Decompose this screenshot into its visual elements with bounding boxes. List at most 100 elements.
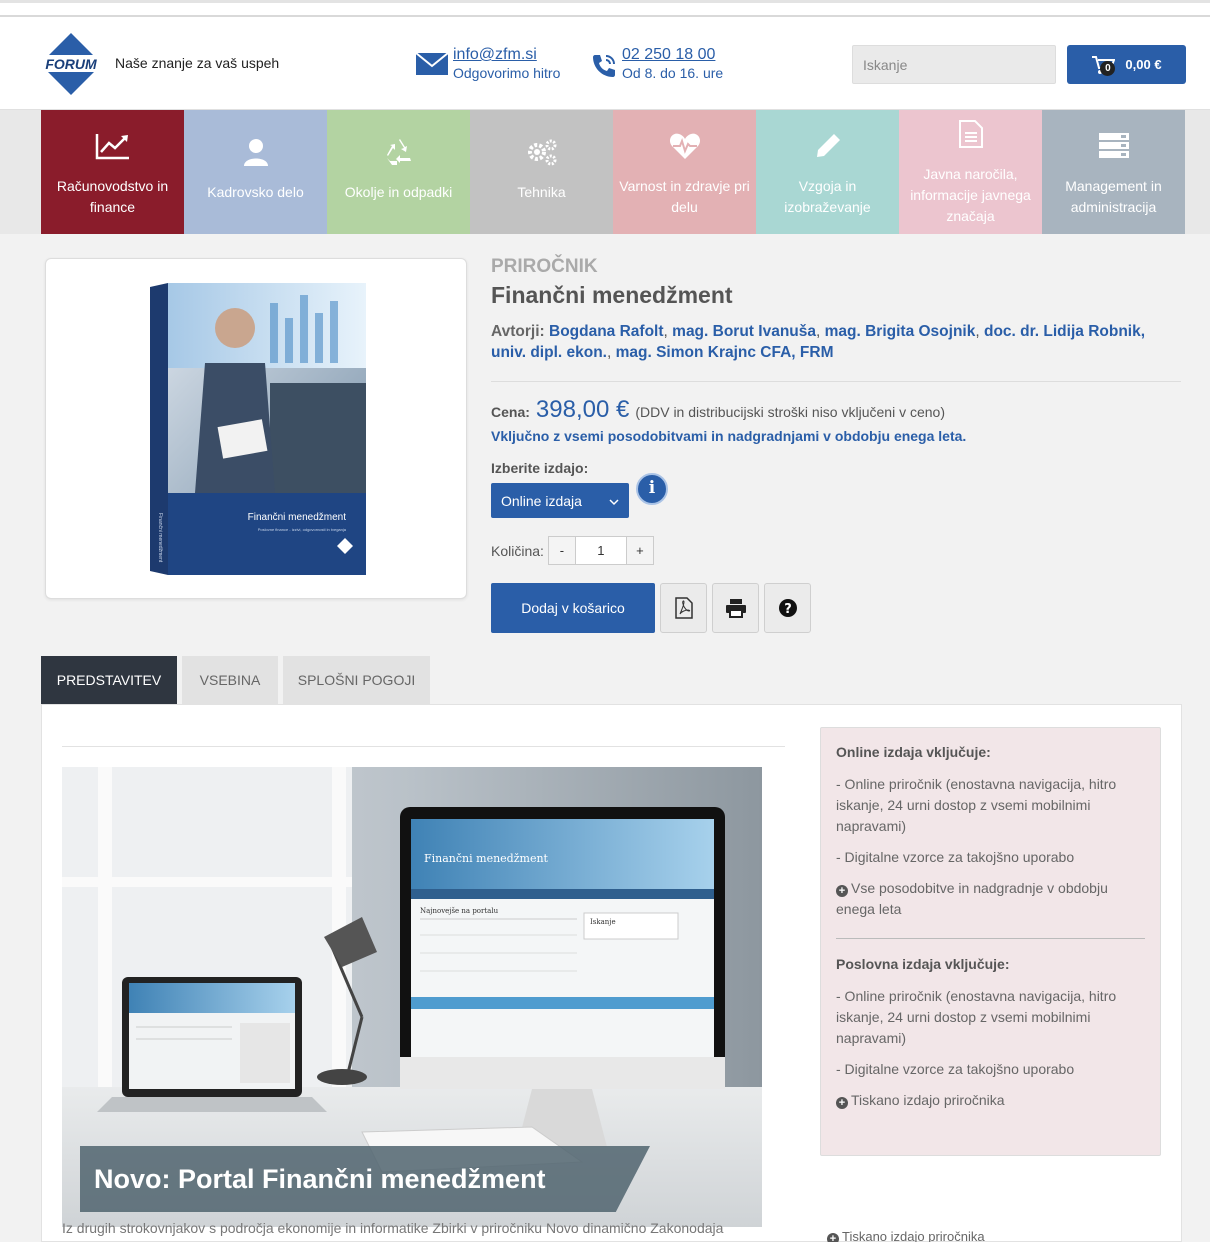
user-icon [236,132,276,172]
quantity-increase-button[interactable]: + [626,537,653,564]
pdf-button[interactable] [660,583,707,633]
nav-label: Javna naročila, informacije javnega znač… [910,166,1031,224]
phone-contact[interactable]: 02 250 18 00 Od 8. do 16. ure [590,46,723,86]
cart-icon: 0 [1091,55,1116,76]
svg-text:Finančni menedžment: Finančni menedžment [157,513,163,563]
author-link[interactable]: mag. Simon Krajnc CFA, FRM [616,344,834,361]
category-nav: Računovodstvo in finance Kadrovsko delo … [0,110,1210,234]
phone-link[interactable]: 02 250 18 00 [622,46,723,64]
nav-label: Tehnika [517,184,566,200]
business-edition-heading: Poslovna izdaja vključuje: [836,956,1010,972]
body-text: Iz drugih strokovnjakov s področja ekono… [62,1220,724,1236]
email-subtext: Odgovorimo hitro [453,65,561,81]
edition-label: Izberite izdajo: [491,460,589,476]
svg-text:Najnovejše na portalu: Najnovejše na portalu [420,906,499,915]
price-value: 398,00 € [535,396,630,423]
nav-label: Okolje in odpadki [344,184,453,200]
price-note: (DDV in distribucijski stroški niso vklj… [635,404,945,420]
product-image-box[interactable]: Finančni menedžment Poslovne finance - i… [45,258,467,599]
help-button[interactable]: ? [764,583,811,633]
product-category: PRIROČNIK [491,256,598,277]
feature-item: - Online priročnik (enostavna navigacija… [836,776,1117,834]
quantity-input[interactable]: 1 [574,537,627,564]
tab-vsebina[interactable]: VSEBINA [182,656,278,704]
email-contact[interactable]: info@zfm.si Odgovorimo hitro [415,46,560,86]
feature-item-plus: + Tiskano izdajo priročnika [836,1090,1145,1111]
svg-text:Finančni menedžment: Finančni menedžment [248,512,347,523]
product-title: Finančni menedžment [491,282,733,308]
promo-caption: Novo: Portal Finančni menedžment [80,1146,650,1212]
nav-item-vzgoja[interactable]: Vzgoja in izobraževanje [756,110,899,234]
plus-circle-icon: + [827,1233,839,1242]
svg-text:Finančni menedžment: Finančni menedžment [424,852,549,865]
nav-item-okolje[interactable]: Okolje in odpadki [327,110,470,234]
nav-label: Vzgoja in izobraževanje [784,178,871,215]
pencil-icon [808,126,848,166]
author-link[interactable]: Bogdana Rafolt [549,323,664,340]
forum-logo[interactable]: FORUM [40,33,102,95]
book-cover-image: Finančni menedžment Poslovne finance - i… [150,283,366,575]
price-label: Cena: [491,404,530,420]
cart-total: 0,00 € [1125,57,1162,72]
cart-count: 0 [1100,60,1116,76]
feature-item: - Digitalne vzorce za takojšno uporabo [836,1061,1075,1077]
author-link[interactable]: mag. Borut Ivanuša [672,323,816,340]
chart-icon [93,126,133,166]
print-icon [725,599,746,618]
feature-item-plus: + Vse posodobitve in nadgradnje v obdobju… [836,880,1108,917]
authors: Avtorji: Bogdana Rafolt, mag. Borut Ivan… [491,323,1146,361]
nav-item-javna-narocila[interactable]: Javna naročila, informacije javnega znač… [899,110,1042,234]
feature-item: - Online priročnik (enostavna navigacija… [836,988,1117,1046]
tab-bar: PREDSTAVITEV VSEBINA SPLOŠNI POGOJI [41,656,435,712]
nav-label: Varnost in zdravje pri delu [619,178,750,215]
sticky-feature-item: + Tiskano izdajo priročnika [827,1229,985,1242]
plus-circle-icon: + [836,885,848,897]
nav-item-kadrovsko[interactable]: Kadrovsko delo [184,110,327,234]
site-header: FORUM Naše znanje za vaš uspeh info@zfm.… [0,17,1210,110]
chevron-down-icon [609,493,619,509]
print-button[interactable] [712,583,759,633]
portal-promo-image[interactable]: Finančni menedžment Najnovejše na portal… [62,767,762,1227]
quantity-decrease-button[interactable]: - [548,537,575,564]
nav-label: Kadrovsko delo [207,184,304,200]
phone-subtext: Od 8. do 16. ure [622,65,724,81]
feature-item: - Digitalne vzorce za takojšno uporabo [836,849,1075,865]
svg-text:?: ? [784,602,792,617]
edition-select[interactable]: Online izdaja [491,483,629,518]
tab-predstavitev[interactable]: PREDSTAVITEV [41,656,177,712]
included-note: Vključno z vsemi posodobitvami in nadgra… [491,428,967,444]
nav-item-racunovodstvo[interactable]: Računovodstvo in finance [41,110,184,234]
action-buttons: Dodaj v košarico ? [491,583,1181,633]
info-icon[interactable]: i [636,473,668,505]
svg-text:Poslovne finance - izzivi, odg: Poslovne finance - izzivi, odgovornosti … [258,527,347,532]
svg-text:FORUM: FORUM [45,56,97,72]
quantity-row: Količina: - 1 + [491,536,1181,565]
phone-icon [590,52,618,86]
svg-text:Iskanje: Iskanje [590,918,616,926]
nav-item-varnost[interactable]: Varnost in zdravje pri delu [613,110,756,234]
plus-circle-icon: + [836,1097,848,1109]
nav-item-tehnika[interactable]: Tehnika [470,110,613,234]
tab-splosni-pogoji[interactable]: SPLOŠNI POGOJI [283,656,430,704]
nav-item-management[interactable]: Management in administracija [1042,110,1185,234]
authors-label: Avtorji: [491,323,545,340]
add-to-cart-button[interactable]: Dodaj v košarico [491,583,655,633]
online-edition-heading: Online izdaja vključuje: [836,744,991,760]
edition-select-value: Online izdaja [501,492,582,509]
quantity-stepper: - 1 + [547,536,654,565]
divider [491,381,1181,382]
divider [62,746,785,747]
cart-button[interactable]: 0 0,00 € [1067,45,1186,84]
document-icon [951,114,991,154]
email-link[interactable]: info@zfm.si [453,46,560,64]
heartbeat-icon [665,126,705,166]
nav-label: Management in administracija [1065,178,1162,215]
pdf-icon [674,597,693,619]
top-border [0,0,1210,17]
divider [836,938,1145,939]
search-input[interactable] [852,45,1056,84]
author-link[interactable]: mag. Brigita Osojnik [825,323,976,340]
tab-content-panel: Finančni menedžment Najnovejše na portal… [41,704,1182,1242]
tagline: Naše znanje za vaš uspeh [115,55,280,71]
server-icon [1094,126,1134,166]
